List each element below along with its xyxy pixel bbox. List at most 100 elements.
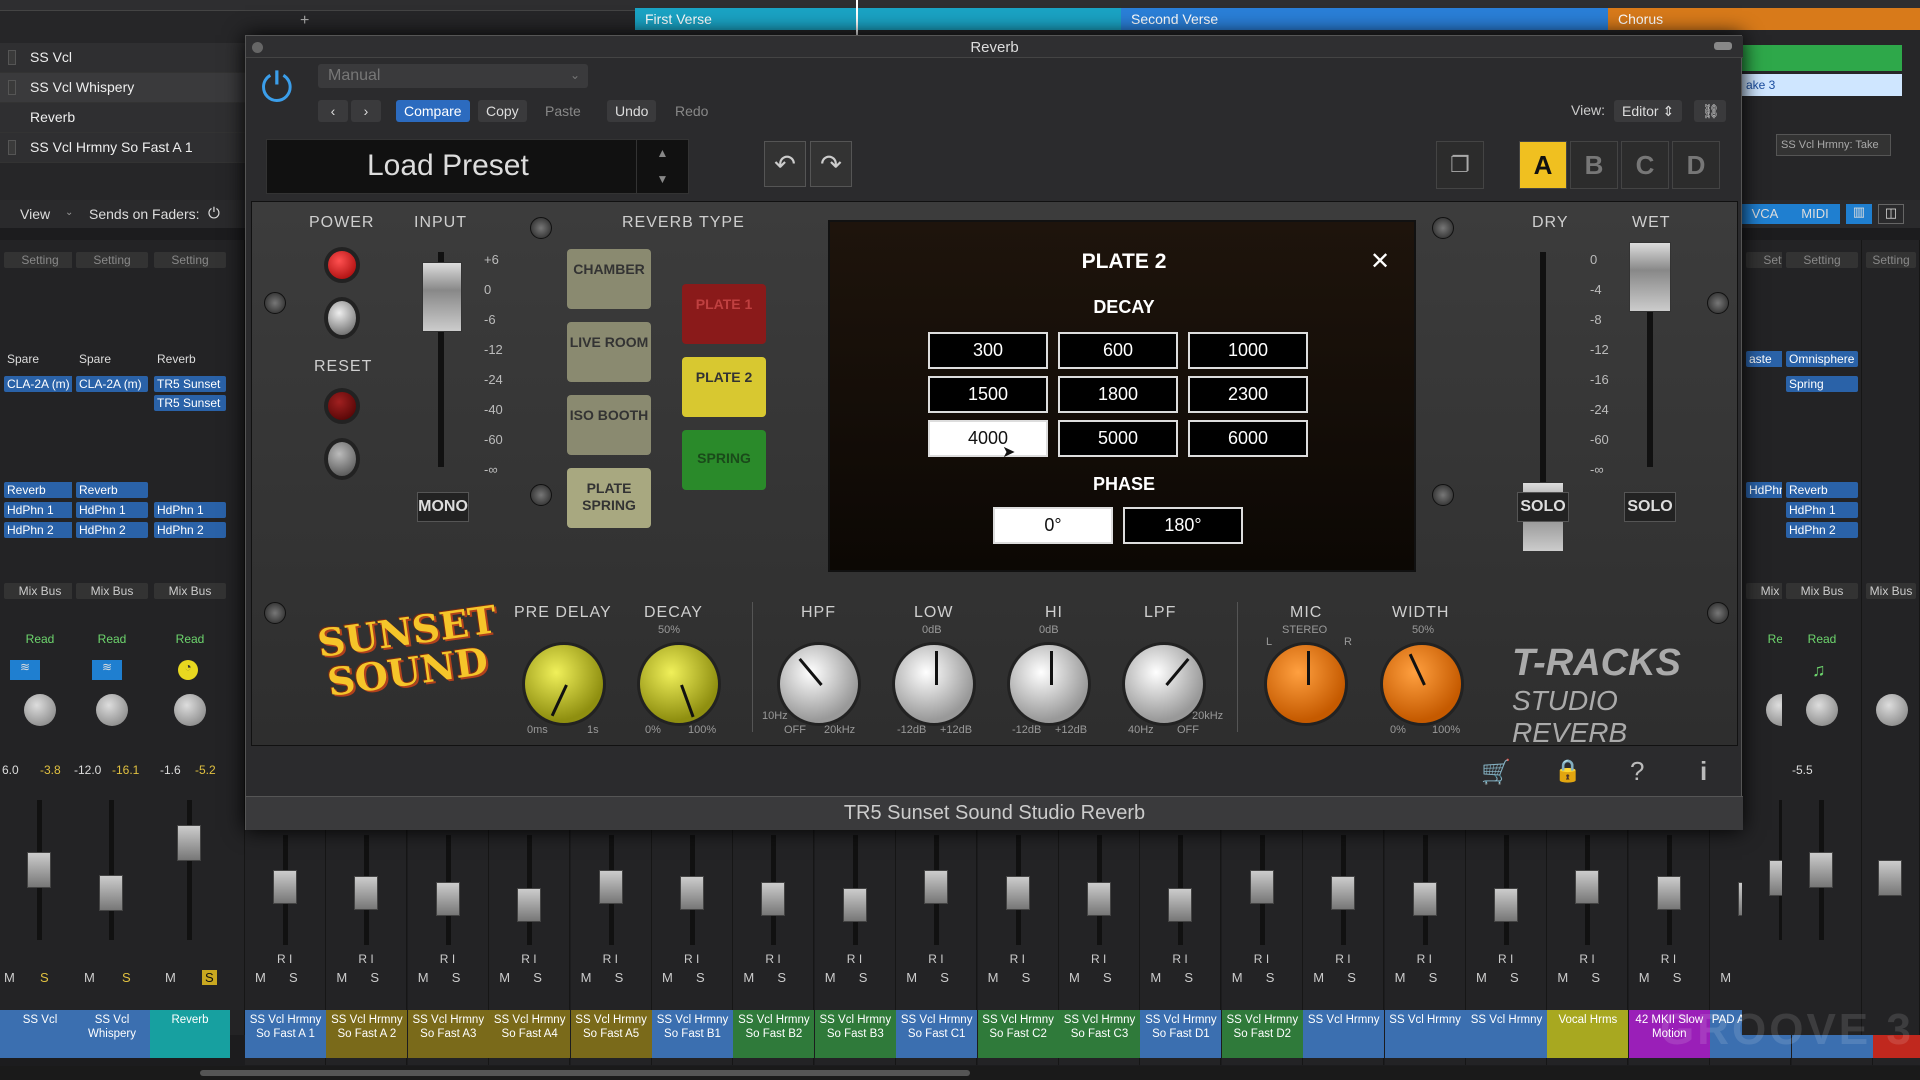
power-switch[interactable] [324,297,360,339]
compare-button[interactable]: Compare [396,100,470,122]
pan-knob[interactable] [1806,694,1838,726]
volume-fader[interactable] [354,876,379,910]
reverb-type-spring[interactable]: SPRING [682,430,766,490]
decay-option[interactable]: 1000 [1188,332,1308,369]
reverb-type-plate-spring[interactable]: PLATE SPRING [567,468,651,528]
undo-button[interactable]: Undo [607,100,657,122]
volume-fader[interactable] [1412,882,1437,916]
record-button[interactable]: R [684,952,693,966]
horizontal-scrollbar[interactable] [0,1066,1920,1080]
record-input-row[interactable]: R I [277,952,292,966]
paste-button[interactable]: Paste [537,100,589,122]
input-monitor-button[interactable]: I [370,952,373,966]
volume-fader[interactable] [177,825,201,861]
record-input-row[interactable]: R I [765,952,780,966]
record-button[interactable]: R [1661,952,1670,966]
record-input-row[interactable]: R I [684,952,699,966]
pan-knob[interactable] [96,694,128,726]
decay-option[interactable]: 300 [928,332,1048,369]
send-slot[interactable]: Spare [76,351,148,367]
reset-switch[interactable] [324,438,360,480]
setting-button[interactable]: Setting [1866,252,1916,268]
solo-button[interactable]: S [696,970,705,985]
automation-mode[interactable]: Read [0,632,80,646]
decay-option[interactable]: 2300 [1188,376,1308,413]
channel-name[interactable]: SS Vcl Hrmny So Fast B1 [652,1010,733,1058]
width-knob[interactable] [1380,642,1464,726]
automation-mode[interactable]: Read [150,632,230,646]
redo-button[interactable]: Redo [667,100,716,122]
phase-option[interactable]: 180° [1123,507,1243,544]
mute-button[interactable]: M [1639,970,1650,985]
record-input-row[interactable]: R I [603,952,618,966]
send-slot[interactable]: Omnisphere [1786,351,1858,367]
region-chorus[interactable]: Chorus [1608,8,1920,30]
automation-mode[interactable]: Read [1782,632,1862,646]
bus-send[interactable]: HdPhn 2 [76,522,148,538]
send-slot[interactable]: Reverb [154,351,226,367]
track-header[interactable]: SS Vcl [0,43,245,73]
input-monitor-button[interactable]: I [533,952,536,966]
record-button[interactable]: R [521,952,530,966]
volume-fader[interactable] [273,870,297,904]
track-header[interactable]: Reverb [0,103,245,133]
setting-button[interactable]: Setting [4,252,76,268]
reverb-type-plate-2[interactable]: PLATE 2 [682,357,766,417]
record-input-row[interactable]: R I [1579,952,1594,966]
mute-button[interactable]: M [1232,970,1243,985]
link-icon[interactable]: ⛓ [1694,100,1726,122]
solo-button[interactable]: S [202,970,217,985]
layout-icon[interactable]: ▥ [1846,204,1872,224]
record-input-row[interactable]: R I [521,952,536,966]
automation-mode[interactable]: Read [72,632,152,646]
mute-button[interactable]: M [1395,970,1406,985]
previous-preset-button[interactable]: ‹ [318,100,348,122]
volume-fader[interactable] [761,882,786,916]
channel-name[interactable]: SS Vcl Hrmny So Fast D2 [1221,1010,1303,1058]
mute-button[interactable]: M [1069,970,1080,985]
input-monitor-button[interactable]: I [777,952,780,966]
pan-knob[interactable] [174,694,206,726]
solo-button[interactable]: S [122,970,131,985]
insert-slot[interactable]: TR5 Sunset [154,376,226,392]
mute-button[interactable]: M [418,970,429,985]
volume-fader[interactable] [27,852,51,888]
channel-name[interactable]: SS Vcl Whispery [72,1010,152,1058]
record-input-row[interactable]: R I [1091,952,1106,966]
record-input-row[interactable]: R I [1172,952,1187,966]
volume-fader[interactable] [924,870,949,904]
view-dropdown[interactable]: Editor ⇕ [1614,100,1683,122]
channel-name[interactable]: SS Vcl Hrmny So Fast A5 [570,1010,652,1058]
solo-button[interactable]: S [1673,970,1682,985]
channel-name[interactable]: SS Vcl Hrmny [1384,1010,1466,1058]
bus-send[interactable]: HdPhn 1 [76,502,148,518]
record-button[interactable]: R [440,952,449,966]
solo-button[interactable]: S [370,970,379,985]
input-monitor-button[interactable]: I [1266,952,1269,966]
mute-button[interactable]: M [255,970,266,985]
channel-name[interactable]: SS Vcl Hrmny So Fast A 1 [245,1010,326,1058]
mute-button[interactable]: M [499,970,510,985]
phase-option-selected[interactable]: 0° [993,507,1113,544]
solo-button[interactable]: S [40,970,49,985]
pan-knob[interactable] [24,694,56,726]
volume-fader[interactable] [435,882,460,916]
bus-send[interactable]: HdPhn 2 [1786,522,1858,538]
input-monitor-button[interactable]: I [615,952,618,966]
record-input-row[interactable]: R I [1661,952,1676,966]
volume-fader[interactable] [1005,876,1030,910]
solo-button[interactable]: S [1266,970,1275,985]
insert-slot[interactable]: Spring [1786,376,1858,392]
channel-name[interactable]: SS Vcl Hrmny So Fast B2 [733,1010,815,1058]
undo-arrow-icon[interactable]: ↶ [764,141,806,187]
channel-name[interactable]: Vocal Hrms [1547,1010,1629,1058]
input-monitor-button[interactable]: I [1103,952,1106,966]
setting-button[interactable]: Setting [154,252,226,268]
channel-name[interactable]: SS Vcl Hrmny So Fast C1 [896,1010,978,1058]
record-input-row[interactable]: R I [1498,952,1513,966]
input-monitor-button[interactable]: I [1510,952,1513,966]
record-input-row[interactable]: R I [1254,952,1269,966]
add-marker-icon[interactable]: + [300,12,309,30]
solo-button[interactable]: S [1022,970,1031,985]
reverb-type-plate-1[interactable]: PLATE 1 [682,284,766,344]
